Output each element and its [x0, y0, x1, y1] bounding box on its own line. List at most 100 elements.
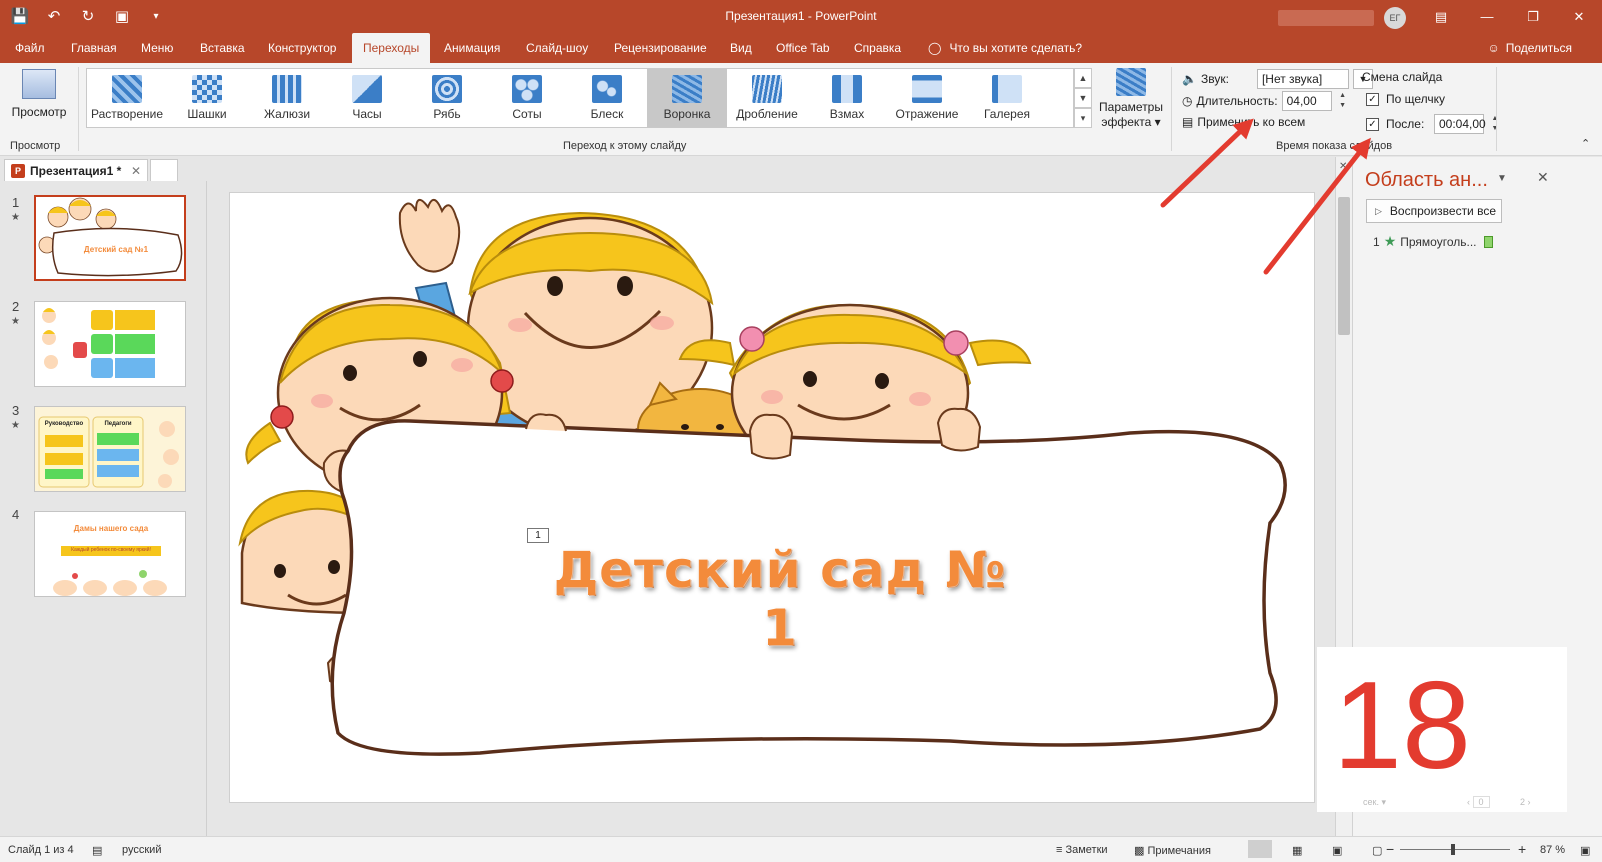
- transition-ripple[interactable]: Рябь: [407, 69, 487, 127]
- zoom-out-icon[interactable]: −: [1386, 841, 1394, 857]
- close-tab-icon[interactable]: ✕: [131, 164, 141, 178]
- transition-gallery-effect[interactable]: Галерея: [967, 69, 1047, 127]
- tab-office-tab[interactable]: Office Tab: [765, 33, 841, 63]
- thumbnail-slide-4[interactable]: Дамы нашего сада Каждый ребенок по-своем…: [34, 511, 186, 597]
- timing-bar: [1484, 235, 1494, 248]
- effect-options-button[interactable]: Параметры эффекта ▾: [1096, 68, 1166, 130]
- powerpoint-file-icon: P: [11, 163, 25, 178]
- on-click-row[interactable]: ✓ По щелчку: [1366, 92, 1445, 106]
- zoom-in-icon[interactable]: +: [1518, 841, 1526, 857]
- thumbnail-header-b: Педагоги: [104, 421, 132, 427]
- transition-star-icon: ★: [11, 420, 20, 431]
- document-tab[interactable]: P Презентация1 * ✕: [4, 159, 148, 181]
- tab-animation[interactable]: Анимация: [433, 33, 511, 63]
- language-label[interactable]: русский: [122, 844, 161, 856]
- thumbnail-caption: Детский сад №1: [83, 245, 149, 254]
- slideshow-view-icon[interactable]: ▢: [1372, 844, 1382, 857]
- spellcheck-icon[interactable]: ▤: [92, 844, 102, 857]
- minimize-icon[interactable]: —: [1464, 0, 1510, 33]
- on-click-checkbox[interactable]: ✓: [1366, 92, 1379, 106]
- reading-view-icon[interactable]: ▣: [1332, 844, 1342, 857]
- animation-item-number: 1: [1373, 234, 1380, 249]
- share-button[interactable]: ☺ Поделиться: [1487, 33, 1572, 63]
- timeline-pager[interactable]: ‹ 0 2 ›: [1467, 796, 1531, 808]
- thumbnail-slide-2[interactable]: [34, 301, 186, 387]
- thumbnail-number: 3: [12, 403, 20, 418]
- duration-spinner[interactable]: ▲ ▼: [1336, 91, 1350, 111]
- sound-select[interactable]: [Нет звука]: [1256, 69, 1349, 89]
- timing-group-label: Время показа слайдов: [1276, 140, 1393, 152]
- transition-blinds[interactable]: Жалюзи: [247, 69, 327, 127]
- transition-flip[interactable]: Отражение: [887, 69, 967, 127]
- thumbnail-number: 1: [12, 195, 20, 210]
- ribbon-display-icon[interactable]: ▤: [1418, 0, 1464, 33]
- transition-star-icon: ★: [11, 212, 20, 223]
- after-spinner[interactable]: ▲ ▼: [1488, 114, 1502, 134]
- tab-view[interactable]: Вид: [719, 33, 763, 63]
- gallery-up-icon[interactable]: ▲: [1074, 68, 1092, 88]
- zoom-slider-track[interactable]: [1400, 849, 1510, 850]
- shred-icon: [752, 75, 782, 103]
- transition-dissolve[interactable]: Растворение: [87, 69, 167, 127]
- slide-title-text[interactable]: Детский сад № 1: [550, 541, 1010, 657]
- zoom-slider-thumb[interactable]: [1451, 844, 1455, 855]
- seconds-label: сек. ▾: [1363, 797, 1386, 807]
- lightbulb-icon: ◯: [928, 41, 942, 55]
- preview-group-label: Просмотр: [10, 140, 61, 152]
- tab-file[interactable]: Файл: [4, 33, 56, 63]
- tab-menu[interactable]: Меню: [130, 33, 184, 63]
- star-effect-icon: ★: [1383, 233, 1397, 249]
- user-area[interactable]: ЕГ: [1278, 7, 1406, 29]
- zoom-level[interactable]: 87 %: [1540, 844, 1565, 856]
- animation-item-label: Прямоуголь...: [1400, 234, 1477, 249]
- apply-all-row[interactable]: ▤ Применить ко всем: [1182, 115, 1305, 129]
- transition-checkerboard[interactable]: Шашки: [167, 69, 247, 127]
- animation-order-tag[interactable]: 1: [527, 528, 549, 543]
- ribbon: Просмотр Просмотр Растворение Шашки Жалю…: [0, 63, 1602, 156]
- transition-honeycomb[interactable]: Соты: [487, 69, 567, 127]
- new-tab-button[interactable]: [150, 159, 178, 181]
- gallery-down-icon[interactable]: ▼: [1074, 88, 1092, 108]
- tab-design[interactable]: Конструктор: [257, 33, 347, 63]
- tab-home[interactable]: Главная: [60, 33, 128, 63]
- play-all-button[interactable]: ▷ Воспроизвести все: [1366, 199, 1502, 223]
- preview-button[interactable]: Просмотр: [6, 69, 72, 119]
- slide-canvas[interactable]: 1 Детский сад № 1: [229, 192, 1315, 803]
- thumbnail-slide-1[interactable]: Детский сад №1: [34, 195, 186, 281]
- pane-options-icon[interactable]: ▼: [1497, 173, 1507, 184]
- collapse-ribbon-icon[interactable]: ⌃: [1581, 137, 1590, 150]
- after-time-input[interactable]: 00:04,00: [1434, 114, 1486, 134]
- thumbnail-art: [38, 197, 183, 277]
- scrollbar-thumb[interactable]: [1338, 197, 1350, 335]
- tab-transitions[interactable]: Переходы: [352, 33, 431, 63]
- maximize-icon[interactable]: ❐: [1510, 0, 1556, 33]
- play-all-label: Воспроизвести все: [1389, 204, 1497, 218]
- transition-shred[interactable]: Дробление: [727, 69, 807, 127]
- duration-input[interactable]: 04,00: [1281, 91, 1332, 111]
- transition-gallery: Растворение Шашки Жалюзи Часы Рябь Соты …: [86, 68, 1074, 128]
- avatar[interactable]: ЕГ: [1384, 7, 1406, 29]
- close-pane-icon[interactable]: ✕: [1339, 161, 1347, 172]
- after-checkbox[interactable]: ✓: [1366, 117, 1379, 131]
- comments-button[interactable]: ▩ Примечания: [1134, 844, 1211, 857]
- slide-sorter-icon[interactable]: ▦: [1292, 844, 1302, 857]
- transition-switch[interactable]: Взмах: [807, 69, 887, 127]
- thumbnail-slide-3[interactable]: Руководство Педагоги: [34, 406, 186, 492]
- tell-me-search[interactable]: ◯ Что вы хотите сделать?: [917, 33, 1093, 63]
- transition-vortex[interactable]: Воронка: [647, 69, 727, 127]
- fit-slide-icon[interactable]: ▣: [1580, 844, 1590, 857]
- normal-view-icon[interactable]: [1248, 840, 1272, 858]
- gallery-more-icon[interactable]: ▾: [1074, 108, 1092, 128]
- user-name-blurred: [1278, 10, 1374, 26]
- tab-review[interactable]: Рецензирование: [603, 33, 718, 63]
- close-pane-icon[interactable]: ✕: [1537, 169, 1549, 186]
- animation-list-item[interactable]: 1 ★ Прямоуголь...: [1373, 233, 1494, 250]
- tab-insert[interactable]: Вставка: [189, 33, 256, 63]
- transition-glitter[interactable]: Блеск: [567, 69, 647, 127]
- notes-button[interactable]: ≡ Заметки: [1056, 844, 1108, 856]
- tab-help[interactable]: Справка: [843, 33, 912, 63]
- transition-clock[interactable]: Часы: [327, 69, 407, 127]
- close-icon[interactable]: ✕: [1556, 0, 1602, 33]
- thumbnail-number: 2: [12, 299, 20, 314]
- tab-slideshow[interactable]: Слайд-шоу: [515, 33, 599, 63]
